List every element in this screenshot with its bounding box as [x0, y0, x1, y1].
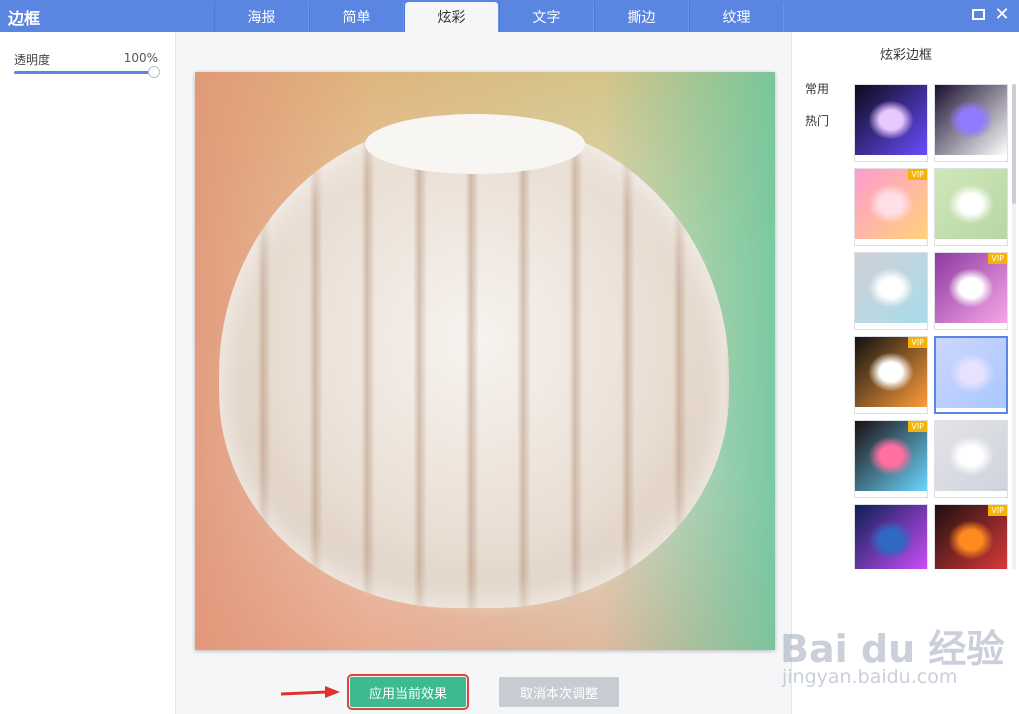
- frame-thumbnail[interactable]: [854, 84, 928, 162]
- frame-thumbnail[interactable]: VIP: [934, 252, 1008, 330]
- close-icon[interactable]: ✕: [993, 6, 1011, 24]
- tab-bar: 海报 简单 炫彩 文字 撕边 纹理: [214, 2, 784, 32]
- opacity-slider-handle[interactable]: [148, 66, 160, 78]
- frame-preview-image: [936, 338, 1006, 408]
- opacity-slider-fill: [14, 71, 154, 74]
- title-bar: 边框 海报 简单 炫彩 文字 撕边 纹理 ✕: [0, 0, 1019, 32]
- frame-preview-image: [855, 253, 927, 323]
- baidu-watermark: Bai du 经验 jingyan.baidu.com: [780, 600, 1010, 700]
- tab-xuancai[interactable]: 炫彩: [404, 2, 499, 32]
- vip-badge: VIP: [988, 253, 1007, 264]
- frame-thumbnail-grid: VIP VIP VIP VIP VIP: [854, 84, 1018, 569]
- frame-thumbnail[interactable]: [854, 252, 928, 330]
- vip-badge: VIP: [908, 169, 927, 180]
- tab-wenli[interactable]: 纹理: [689, 2, 784, 32]
- thumbnail-scrollbar[interactable]: [1012, 84, 1016, 569]
- frame-thumbnail[interactable]: VIP: [854, 336, 928, 414]
- app-title: 边框: [8, 9, 41, 28]
- preview-area: 应用当前效果 取消本次调整: [177, 32, 790, 714]
- opacity-slider[interactable]: [14, 66, 160, 78]
- tab-sibian[interactable]: 撕边: [594, 2, 689, 32]
- opacity-value: 100%: [123, 51, 158, 65]
- frame-preview-image: [855, 505, 927, 569]
- panel-title: 炫彩边框: [879, 48, 932, 63]
- frame-thumbnail[interactable]: VIP: [934, 504, 1008, 569]
- vip-badge: VIP: [988, 505, 1007, 516]
- pomelo-highlight: [365, 114, 585, 174]
- frame-preview-image: [935, 421, 1007, 491]
- category-common[interactable]: 常用: [805, 80, 829, 97]
- frame-thumbnail[interactable]: [854, 504, 928, 569]
- frame-thumbnail[interactable]: [934, 168, 1008, 246]
- frame-thumbnail[interactable]: VIP: [854, 420, 928, 498]
- preview-image: [195, 72, 775, 650]
- category-hot[interactable]: 热门: [805, 112, 829, 129]
- pomelo-image: [219, 120, 729, 608]
- cancel-adjust-button[interactable]: 取消本次调整: [499, 677, 619, 707]
- watermark-brand: Bai du 经验: [780, 627, 1005, 671]
- settings-panel: 透明度 100%: [0, 32, 176, 714]
- arrow-icon: [280, 686, 340, 698]
- scrollbar-thumb[interactable]: [1012, 84, 1016, 204]
- frame-preview-image: [935, 85, 1007, 155]
- tab-wenzi[interactable]: 文字: [499, 2, 594, 32]
- opacity-label: 透明度: [14, 53, 51, 67]
- frame-thumbnail[interactable]: VIP: [854, 168, 928, 246]
- vip-badge: VIP: [908, 337, 927, 348]
- maximize-icon[interactable]: [969, 6, 987, 24]
- frame-thumbnail[interactable]: [934, 84, 1008, 162]
- apply-effect-button[interactable]: 应用当前效果: [347, 674, 469, 710]
- watermark-url: jingyan.baidu.com: [782, 666, 958, 688]
- frame-thumbnail[interactable]: [934, 420, 1008, 498]
- frame-preview-image: [935, 169, 1007, 239]
- tab-haibao[interactable]: 海报: [214, 2, 309, 32]
- frame-preview-image: [855, 85, 927, 155]
- frame-thumbnail[interactable]: [934, 336, 1008, 414]
- vip-badge: VIP: [908, 421, 927, 432]
- tab-jiandan[interactable]: 简单: [309, 2, 404, 32]
